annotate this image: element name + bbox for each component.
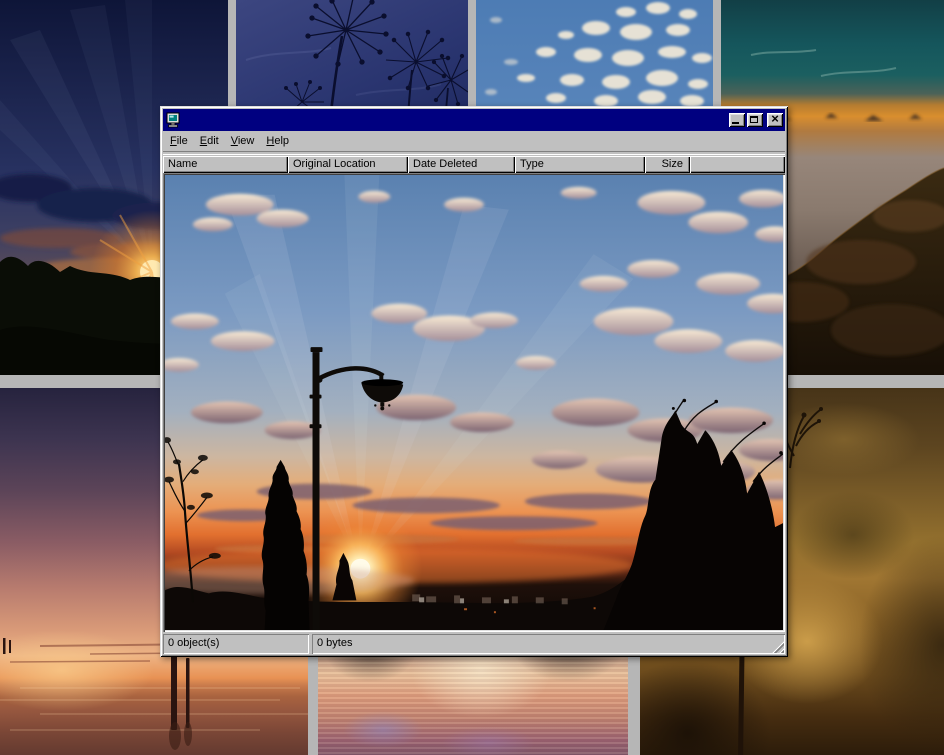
close-button[interactable] bbox=[767, 113, 783, 127]
status-bar: 0 object(s) 0 bytes bbox=[163, 634, 785, 654]
menu-edit[interactable]: Edit bbox=[194, 133, 225, 149]
column-header-filler bbox=[690, 156, 785, 173]
resize-grip[interactable] bbox=[771, 640, 784, 653]
status-size: 0 bytes bbox=[312, 634, 785, 654]
list-column-headers: Name Original Location Date Deleted Type… bbox=[163, 156, 785, 173]
computer-icon bbox=[165, 112, 181, 128]
menu-file[interactable]: File bbox=[164, 133, 194, 149]
file-list-viewport[interactable] bbox=[163, 173, 785, 632]
content-photo-sunset-lamppost bbox=[165, 175, 783, 630]
minimize-button[interactable] bbox=[729, 113, 745, 127]
menu-view[interactable]: View bbox=[225, 133, 261, 149]
menu-bar: File Edit View Help bbox=[163, 131, 785, 151]
column-header-original-location[interactable]: Original Location bbox=[288, 156, 408, 173]
column-header-date-deleted[interactable]: Date Deleted bbox=[408, 156, 515, 173]
status-size-label: 0 bytes bbox=[317, 637, 352, 649]
window-controls bbox=[729, 113, 783, 127]
desktop: { "window": { "title": "", "titlebar_ico… bbox=[0, 0, 944, 755]
status-object-count: 0 object(s) bbox=[163, 634, 309, 654]
maximize-button[interactable] bbox=[747, 113, 763, 127]
column-header-size[interactable]: Size bbox=[645, 156, 690, 173]
window-titlebar[interactable] bbox=[163, 109, 785, 131]
menu-help[interactable]: Help bbox=[260, 133, 295, 149]
column-header-type[interactable]: Type bbox=[515, 156, 645, 173]
column-header-name[interactable]: Name bbox=[163, 156, 288, 173]
menu-separator bbox=[163, 151, 785, 155]
recycle-bin-window: File Edit View Help Name Original Locati… bbox=[160, 106, 788, 657]
